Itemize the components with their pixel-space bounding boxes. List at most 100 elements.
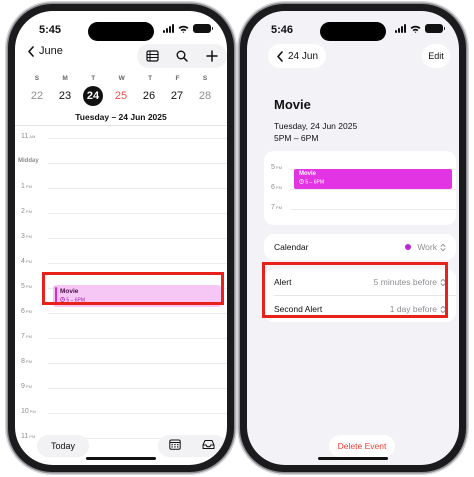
event-date: Tuesday, 24 Jun 2025 bbox=[274, 121, 358, 131]
weekday-labels: S M T W T F S bbox=[15, 75, 227, 82]
calendar-label: Calendar bbox=[274, 242, 309, 252]
hour-line bbox=[48, 188, 227, 189]
wifi-icon bbox=[410, 25, 421, 33]
hour-line bbox=[48, 238, 227, 239]
hour-num: 6 bbox=[21, 308, 25, 315]
mini-hour-label: 6PM bbox=[271, 184, 282, 191]
hour-ampm: PM bbox=[25, 209, 32, 214]
hour-num: 4 bbox=[21, 258, 25, 265]
hour-ampm: PM bbox=[25, 184, 32, 189]
hour-ampm: PM bbox=[29, 409, 36, 414]
back-label: June bbox=[39, 45, 63, 57]
date-cell[interactable]: 22 bbox=[27, 86, 47, 106]
mini-day-preview: 5PM 6PM 7PM Movie 5 – 6PM bbox=[264, 151, 456, 225]
left-phone: 5:45 June S M T W T F S 22 23 24 25 26 2… bbox=[8, 4, 234, 472]
back-to-day-button[interactable]: 24 Jun bbox=[268, 44, 327, 68]
divider bbox=[15, 125, 227, 126]
back-to-month-button[interactable]: June bbox=[27, 45, 63, 57]
today-button[interactable]: Today bbox=[37, 435, 89, 457]
weekday-label: T bbox=[91, 75, 96, 82]
toolbar-pill bbox=[137, 44, 227, 68]
hour-line bbox=[48, 363, 227, 364]
hour-num: 11 bbox=[21, 433, 29, 440]
hour-line bbox=[48, 413, 227, 414]
mini-hour-line bbox=[290, 209, 456, 210]
chevron-left-icon bbox=[277, 50, 283, 62]
hour-ampm: AM bbox=[29, 134, 36, 139]
calendar-color-dot bbox=[405, 244, 412, 250]
hour-label: 9PM bbox=[21, 383, 32, 390]
event-time: 5PM – 6PM bbox=[274, 133, 319, 143]
date-cell[interactable]: 27 bbox=[167, 86, 187, 106]
hour-label: 10PM bbox=[21, 408, 36, 415]
mini-hour-num: 6 bbox=[271, 184, 275, 191]
bottom-toolbar-pill bbox=[158, 435, 226, 457]
event-title: Movie bbox=[274, 97, 311, 112]
inbox-icon bbox=[202, 440, 215, 449]
inbox-button[interactable] bbox=[202, 437, 215, 455]
highlight-box-alerts bbox=[262, 262, 448, 318]
hour-line bbox=[48, 138, 227, 139]
date-cell[interactable]: 23 bbox=[55, 86, 75, 106]
weekday-label: T bbox=[148, 75, 153, 82]
hour-label: 7PM bbox=[21, 333, 32, 340]
home-indicator bbox=[318, 457, 388, 460]
dynamic-island bbox=[320, 22, 386, 41]
hour-ampm: PM bbox=[25, 259, 32, 264]
list-view-icon bbox=[145, 50, 159, 62]
add-event-button[interactable] bbox=[201, 45, 223, 67]
mini-hour-ampm: PM bbox=[275, 165, 282, 170]
week-strip: S M T W T F S 22 23 24 25 26 27 28 bbox=[15, 75, 227, 106]
hour-line bbox=[48, 163, 227, 164]
mini-hour-num: 7 bbox=[271, 204, 275, 211]
weekday-label: S bbox=[34, 75, 40, 82]
hour-num: 9 bbox=[21, 383, 25, 390]
hour-label: 4PM bbox=[21, 258, 32, 265]
calendar-row[interactable]: Calendar Work bbox=[264, 234, 456, 260]
highlight-box-event bbox=[42, 272, 224, 305]
hour-ampm: PM bbox=[25, 384, 32, 389]
search-button[interactable] bbox=[171, 45, 193, 67]
chevron-left-icon bbox=[28, 45, 34, 57]
edit-button[interactable]: Edit bbox=[422, 44, 450, 68]
day-title: Tuesday – 24 Jun 2025 bbox=[75, 112, 167, 122]
date-cell[interactable]: 28 bbox=[195, 86, 215, 106]
hour-ampm: PM bbox=[25, 234, 32, 239]
hour-label: 8PM bbox=[21, 358, 32, 365]
hour-label: 11PM bbox=[21, 433, 35, 440]
hour-line bbox=[48, 213, 227, 214]
status-time: 5:46 bbox=[271, 24, 294, 36]
hour-label: 2PM bbox=[21, 208, 32, 215]
date-cell[interactable]: 26 bbox=[139, 86, 159, 106]
calendar-value: Work bbox=[405, 242, 446, 252]
right-phone: 5:46 24 Jun Edit Movie Tuesday, 24 Jun 2… bbox=[240, 4, 466, 472]
hour-num: Midday bbox=[18, 158, 39, 164]
hour-num: 2 bbox=[21, 208, 25, 215]
hour-label: Midday bbox=[18, 158, 39, 164]
home-indicator bbox=[86, 457, 156, 460]
list-view-button[interactable] bbox=[141, 45, 163, 67]
hour-num: 5 bbox=[21, 283, 25, 290]
hour-label: 1PM bbox=[21, 183, 32, 190]
hour-line bbox=[48, 313, 227, 314]
weekday-label: W bbox=[118, 75, 125, 82]
delete-event-button[interactable]: Delete Event bbox=[329, 435, 395, 457]
signal-icon bbox=[395, 24, 406, 33]
hour-ampm: PM bbox=[25, 359, 32, 364]
hour-line bbox=[48, 388, 227, 389]
hour-label: 6PM bbox=[21, 308, 32, 315]
signal-icon bbox=[163, 24, 174, 33]
weekday-label: S bbox=[202, 75, 208, 82]
battery-icon bbox=[425, 24, 445, 33]
dynamic-island bbox=[88, 22, 154, 41]
week-dates: 22 23 24 25 26 27 28 bbox=[15, 86, 227, 106]
calendar-card: Calendar Work bbox=[264, 234, 456, 260]
date-cell-today[interactable]: 25 bbox=[111, 86, 131, 106]
mini-hour-ampm: PM bbox=[275, 205, 282, 210]
date-cell-selected[interactable]: 24 bbox=[83, 86, 103, 106]
hour-line bbox=[48, 338, 227, 339]
calendars-button[interactable] bbox=[169, 437, 181, 455]
hour-line bbox=[48, 263, 227, 264]
calendar-value-text: Work bbox=[417, 242, 437, 252]
calendar-day-screen: 5:45 June S M T W T F S 22 23 24 25 26 2… bbox=[15, 11, 227, 465]
